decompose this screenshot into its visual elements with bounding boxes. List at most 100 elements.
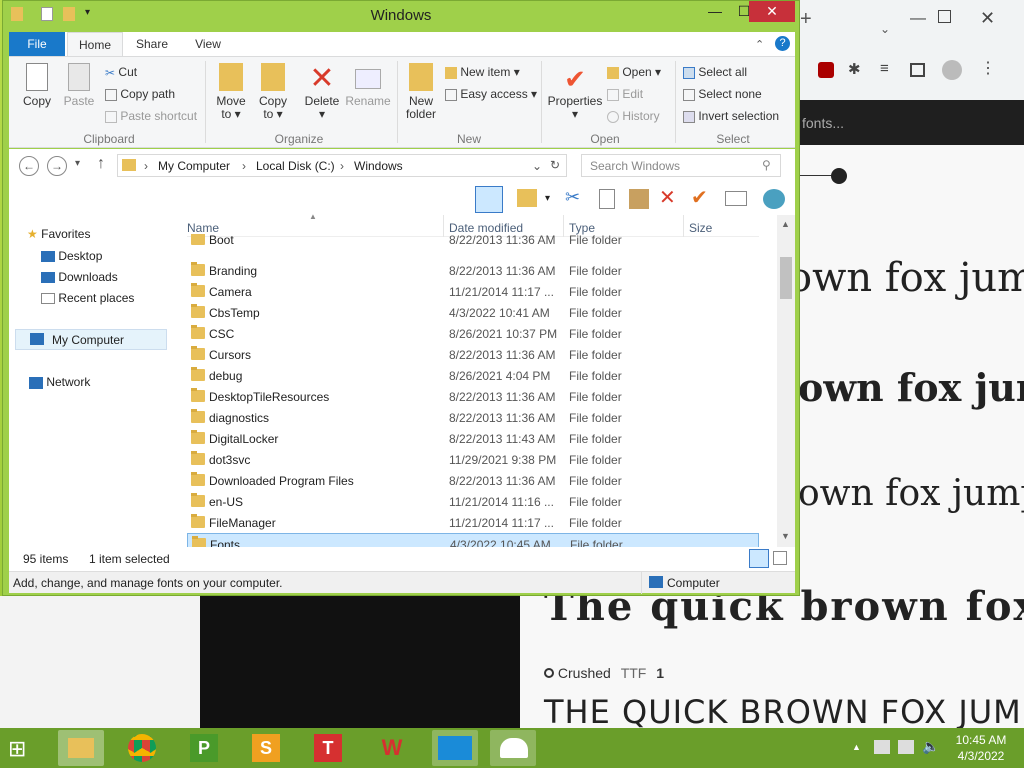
- cut-button[interactable]: ✂ Cut: [105, 65, 137, 80]
- copy-to-button[interactable]: Copy to ▾: [253, 63, 293, 121]
- close-icon[interactable]: ✕: [980, 8, 995, 29]
- address-box[interactable]: › My Computer › Local Disk (C:) › Window…: [117, 154, 567, 177]
- taskbar-chrome[interactable]: [120, 730, 166, 766]
- tab-home[interactable]: Home: [67, 32, 123, 57]
- file-row[interactable]: Cursors 8/22/2013 11:36 AM File folder: [187, 344, 759, 365]
- scroll-thumb[interactable]: [780, 257, 792, 299]
- font-search-bar[interactable]: fonts...: [792, 100, 1024, 145]
- column-type[interactable]: Type: [569, 221, 595, 235]
- extension-badge-icon[interactable]: [818, 62, 834, 78]
- column-date[interactable]: Date modified: [449, 221, 523, 235]
- file-row[interactable]: DigitalLocker 8/22/2013 11:43 AM File fold…: [187, 428, 759, 449]
- details-view-icon[interactable]: [749, 549, 769, 568]
- file-row[interactable]: en-US 11/21/2014 11:16 ... File folder: [187, 491, 759, 512]
- volume-icon[interactable]: 🔈: [922, 738, 939, 755]
- search-input[interactable]: Search Windows ⚲: [581, 154, 781, 177]
- nav-downloads[interactable]: Downloads: [41, 270, 118, 284]
- size-slider-thumb[interactable]: [831, 168, 847, 184]
- folder-options-icon[interactable]: [517, 189, 537, 207]
- chevron-down-icon[interactable]: ▾: [545, 193, 550, 204]
- file-row[interactable]: FileManager 11/21/2014 11:17 ... File fold…: [187, 512, 759, 533]
- breadcrumb-my-computer[interactable]: My Computer: [158, 159, 230, 173]
- file-row[interactable]: dot3svc 11/29/2021 9:38 PM File folder: [187, 449, 759, 470]
- font-radio-icon[interactable]: [544, 668, 554, 678]
- file-row[interactable]: debug 8/26/2021 4:04 PM File folder: [187, 365, 759, 386]
- file-row[interactable]: DesktopTileResources 8/22/2013 11:36 AM Fi…: [187, 386, 759, 407]
- paste-shortcut-button[interactable]: Paste shortcut: [105, 109, 197, 123]
- file-row[interactable]: diagnostics 8/22/2013 11:36 AM File folder: [187, 407, 759, 428]
- select-all-button[interactable]: Select all: [683, 65, 747, 79]
- large-icons-view-icon[interactable]: [773, 551, 787, 565]
- tab-view[interactable]: View: [183, 32, 233, 57]
- column-name[interactable]: Name: [187, 221, 219, 235]
- delete-icon[interactable]: ✕: [659, 185, 676, 210]
- scrollbar[interactable]: ▲ ▼: [777, 215, 795, 547]
- recent-locations-icon[interactable]: ▾: [75, 158, 80, 169]
- paste-button[interactable]: Paste: [59, 63, 99, 108]
- rename-button[interactable]: Rename: [345, 63, 391, 108]
- up-button[interactable]: ↑: [97, 155, 105, 173]
- breadcrumb-windows[interactable]: Windows: [354, 159, 403, 173]
- nav-my-computer[interactable]: My Computer: [15, 329, 167, 350]
- menu-dots-icon[interactable]: ⋮: [980, 58, 996, 78]
- edit-button[interactable]: Edit: [607, 87, 643, 101]
- maximize-icon[interactable]: [938, 10, 951, 23]
- breadcrumb-chevron-icon[interactable]: ›: [340, 159, 344, 173]
- new-item-button[interactable]: New item ▾: [445, 65, 520, 79]
- globe-icon[interactable]: [763, 189, 785, 209]
- scroll-up-icon[interactable]: ▲: [781, 219, 790, 229]
- taskbar-app[interactable]: [432, 730, 478, 766]
- file-row[interactable]: Camera 11/21/2014 11:17 ... File folder: [187, 281, 759, 302]
- breadcrumb-local-disk[interactable]: Local Disk (C:): [256, 159, 335, 173]
- select-none-button[interactable]: Select none: [683, 87, 762, 101]
- tab-file[interactable]: File: [9, 32, 65, 57]
- copy-button[interactable]: Copy: [17, 63, 57, 108]
- sidepanel-icon[interactable]: [910, 63, 925, 77]
- taskbar-wps-presentation[interactable]: P: [186, 730, 232, 766]
- action-center-icon[interactable]: [874, 740, 890, 754]
- new-folder-button[interactable]: New folder: [401, 63, 441, 121]
- address-dropdown-icon[interactable]: ⌄: [532, 159, 542, 173]
- open-button[interactable]: Open ▾: [607, 65, 661, 79]
- nav-favorites[interactable]: ★ Favorites: [27, 227, 90, 241]
- tray-expand-icon[interactable]: ▲: [852, 742, 861, 752]
- network-tray-icon[interactable]: [898, 740, 914, 754]
- chevron-down-icon[interactable]: ⌄: [880, 22, 890, 36]
- taskbar-app-2[interactable]: [490, 730, 536, 766]
- taskbar-wps-spreadsheet[interactable]: S: [248, 730, 294, 766]
- move-to-button[interactable]: Move to ▾: [211, 63, 251, 121]
- media-icon[interactable]: ≡: [880, 60, 889, 77]
- paste-icon[interactable]: [629, 189, 649, 209]
- copy-path-button[interactable]: Copy path: [105, 87, 175, 101]
- puzzle-icon[interactable]: ✱: [848, 60, 861, 78]
- refresh-icon[interactable]: ↻: [550, 158, 560, 172]
- rename-icon[interactable]: [725, 191, 747, 206]
- preview-pane-icon[interactable]: [475, 186, 503, 213]
- file-row[interactable]: Boot 8/22/2013 11:36 AM File folder: [187, 234, 759, 250]
- minimize-button[interactable]: —: [701, 1, 729, 22]
- profile-avatar[interactable]: [942, 60, 962, 80]
- title-bar[interactable]: ▾ Windows — ☐ ✕: [3, 1, 799, 31]
- nav-desktop[interactable]: Desktop: [41, 249, 102, 263]
- file-row[interactable]: Downloaded Program Files 8/22/2013 11:36 …: [187, 470, 759, 491]
- close-button[interactable]: ✕: [749, 1, 795, 22]
- nav-recent[interactable]: Recent places: [41, 291, 134, 305]
- history-button[interactable]: History: [607, 109, 660, 123]
- breadcrumb-chevron-icon[interactable]: ›: [144, 159, 148, 173]
- easy-access-button[interactable]: Easy access ▾: [445, 87, 537, 101]
- column-size[interactable]: Size: [689, 221, 712, 235]
- clock[interactable]: 10:45 AM 4/3/2022: [946, 732, 1016, 764]
- new-tab-icon[interactable]: +: [800, 8, 840, 30]
- taskbar-text[interactable]: T: [310, 730, 356, 766]
- start-button[interactable]: ⊞: [8, 738, 38, 760]
- ribbon-collapse-icon[interactable]: ⌃: [755, 38, 764, 51]
- invert-selection-button[interactable]: Invert selection: [683, 109, 779, 123]
- copy-icon[interactable]: [599, 189, 615, 209]
- help-icon[interactable]: ?: [775, 36, 790, 51]
- file-row[interactable]: CSC 8/26/2021 10:37 PM File folder: [187, 323, 759, 344]
- taskbar-wps[interactable]: W: [372, 730, 418, 766]
- forward-button[interactable]: →: [47, 156, 67, 176]
- checkmark-icon[interactable]: ✔: [691, 185, 708, 210]
- taskbar-explorer[interactable]: [58, 730, 104, 766]
- nav-network[interactable]: Network: [29, 375, 90, 389]
